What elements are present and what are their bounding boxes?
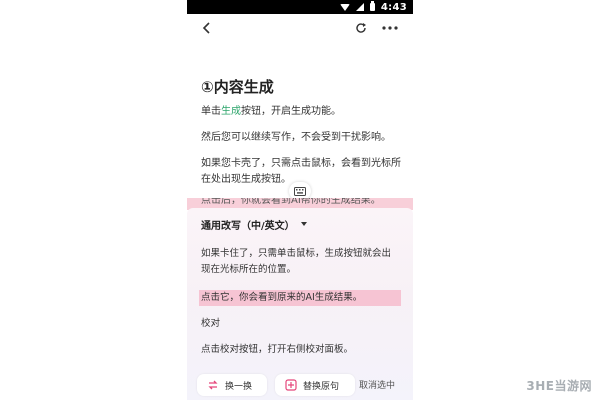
status-time: 4:43 <box>380 1 407 13</box>
watermark: 3HE当游网 <box>526 379 592 393</box>
signal-icon <box>355 3 364 11</box>
refresh-button[interactable] <box>351 18 371 38</box>
generate-link[interactable]: 生成 <box>221 106 241 117</box>
selected-text: 点击后，你就会看到AI帮你的生成结果。 <box>201 198 381 206</box>
chevron-left-icon <box>202 22 210 34</box>
paragraph-text: 单击 <box>201 106 221 117</box>
top-bar <box>187 14 413 44</box>
caret-down-icon <box>300 222 307 226</box>
panel-text-line: 点击校对按钮，打开右侧校对面板。 <box>201 344 354 355</box>
more-button[interactable] <box>379 18 401 38</box>
swap-icon <box>208 380 218 390</box>
document-paragraph: 如果您卡壳了，只需点击鼠标，会看到光标所 <box>201 158 401 169</box>
panel-heading: 校对 <box>201 318 221 329</box>
document-title: ①内容生成 <box>201 78 274 96</box>
phone-screen: 4:43 ①内容生成 单击生成按钮，开启生成功能。 然后您可以继续写作，不会受到… <box>187 0 413 400</box>
rewrite-mode-label: 通用改写（中/英文） <box>201 220 295 232</box>
swap-button[interactable]: 换一换 <box>197 374 267 396</box>
back-button[interactable] <box>197 18 217 38</box>
wifi-icon <box>339 3 350 11</box>
replace-button-label: 替换原句 <box>303 381 340 392</box>
refresh-icon <box>356 23 366 33</box>
bottom-action-bar: 换一换 替换原句 取消选中 <box>187 370 413 400</box>
more-dots-icon <box>382 26 398 30</box>
cancel-selection-button[interactable]: 取消选中 <box>359 378 395 391</box>
battery-icon <box>369 1 375 11</box>
panel-text-line: 现在光标所在的位置。 <box>201 264 297 275</box>
paragraph-text: 按钮，开启生成功能。 <box>241 106 341 117</box>
document-paragraph: 在处出现生成按钮。 <box>201 174 291 185</box>
keyboard-icon <box>294 186 306 196</box>
document-paragraph: 单击生成按钮，开启生成功能。 <box>201 104 341 120</box>
rewrite-mode-dropdown[interactable]: 通用改写（中/英文） <box>201 216 307 232</box>
panel-highlighted-text: 点击它，你会看到原来的AI生成结果。 <box>201 292 363 303</box>
swap-button-label: 换一换 <box>225 381 253 392</box>
replace-button[interactable]: 替换原句 <box>275 374 355 396</box>
document-paragraph: 然后您可以继续写作，不会受到干扰影响。 <box>201 132 391 143</box>
status-bar: 4:43 <box>187 0 413 14</box>
panel-text-line: 如果卡住了，只需单击鼠标，生成按钮就会出 <box>201 248 392 259</box>
replace-icon <box>285 379 297 391</box>
